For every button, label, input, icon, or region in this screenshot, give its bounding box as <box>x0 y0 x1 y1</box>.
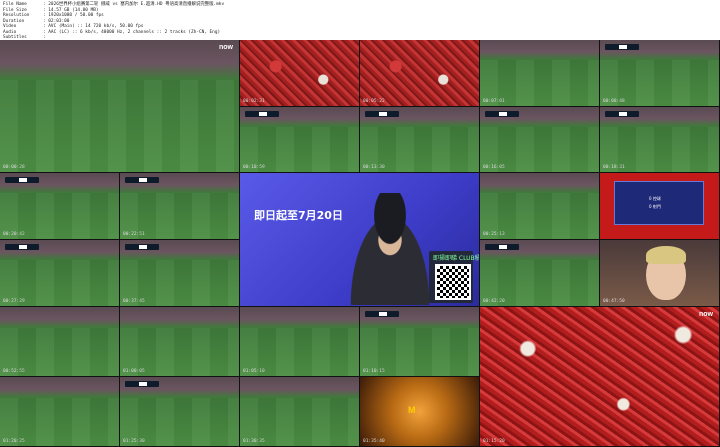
thumbnail[interactable]: 00:20:42 <box>0 173 120 240</box>
scorebug <box>5 177 39 183</box>
thumbnail-promo-ad[interactable]: 即日起至7月20日 即掃即睇 CLUB積分 <box>240 173 480 307</box>
scorebug <box>125 244 159 250</box>
thumbnail[interactable]: 00:42:20 <box>480 240 600 307</box>
thumbnail[interactable]: 00:10:59 <box>240 107 360 173</box>
thumbnail[interactable]: 01:10:15 <box>360 307 480 377</box>
scorebug <box>605 44 639 50</box>
timestamp: 01:35:40 <box>363 439 385 444</box>
timestamp: 00:16:05 <box>483 165 505 170</box>
promo-headline: 即日起至7月20日 <box>254 209 343 222</box>
timestamp: 00:18:31 <box>603 165 625 170</box>
timestamp: 00:22:51 <box>123 232 145 237</box>
timestamp: 00:02:31 <box>243 99 265 104</box>
stats-row: 0 射門 <box>649 204 661 209</box>
timestamp: 01:10:15 <box>363 369 385 374</box>
thumbnail[interactable]: 01:00:05 <box>120 307 240 377</box>
qr-label: 即掃即睇 CLUB積分 <box>433 255 479 262</box>
thumbnail[interactable]: 00:37:45 <box>120 240 240 307</box>
now-logo: now <box>699 311 713 318</box>
timestamp: 00:47:50 <box>603 299 625 304</box>
scorebug <box>5 244 39 250</box>
thumbnail-large-crowd[interactable]: now 01:15:20 <box>480 307 720 447</box>
thumbnail-grid: now 00:00:28 00:02:31 00:05:22 00:07:01 … <box>0 40 720 447</box>
scorebug <box>245 111 279 117</box>
timestamp: 01:20:25 <box>3 439 25 444</box>
thumbnail[interactable]: 00:25:13 <box>480 173 600 240</box>
thumbnail[interactable]: 00:18:31 <box>600 107 720 173</box>
stats-panel: 0 控球 0 射門 <box>614 181 704 225</box>
timestamp: 00:27:29 <box>3 299 25 304</box>
scorebug <box>485 111 519 117</box>
timestamp: 01:30:35 <box>243 439 265 444</box>
thumbnail[interactable]: 00:02:31 <box>240 40 360 107</box>
stats-row: 0 控球 <box>649 196 661 201</box>
timestamp: 00:13:30 <box>363 165 385 170</box>
thumbnail[interactable]: 01:05:10 <box>240 307 360 377</box>
thumbnail-mcdonalds-ad[interactable]: M 01:35:40 <box>360 377 480 447</box>
player-hair <box>646 246 686 264</box>
thumbnail[interactable]: 00:16:05 <box>480 107 600 173</box>
scorebug <box>605 111 639 117</box>
timestamp: 01:25:30 <box>123 439 145 444</box>
timestamp: 01:15:20 <box>483 439 505 444</box>
timestamp: 00:07:01 <box>483 99 505 104</box>
mcdonalds-logo-icon: M <box>408 405 416 415</box>
scorebug <box>125 381 159 387</box>
thumbnail[interactable]: 00:07:01 <box>480 40 600 107</box>
timestamp: 00:00:28 <box>3 165 25 170</box>
timestamp: 01:00:05 <box>123 369 145 374</box>
thumbnail[interactable]: 01:30:35 <box>240 377 360 447</box>
thumbnail-large-players[interactable]: now 00:00:28 <box>0 40 240 173</box>
promo-person <box>340 193 440 305</box>
timestamp: 00:20:42 <box>3 232 25 237</box>
thumbnail-portrait[interactable]: 00:47:50 <box>600 240 720 307</box>
qr-panel: 即掃即睇 CLUB積分 <box>429 251 479 303</box>
timestamp: 01:05:10 <box>243 369 265 374</box>
thumbnail-stats[interactable]: 0 控球 0 射門 <box>600 173 720 240</box>
thumbnail[interactable]: 01:25:30 <box>120 377 240 447</box>
timestamp: 00:08:48 <box>603 99 625 104</box>
metadata-header: File Name: 2026世界杯小组赛第二轮 挪威 vs 塞内加尔 E.超清… <box>0 0 720 40</box>
thumbnail[interactable]: 00:13:30 <box>360 107 480 173</box>
thumbnail[interactable]: 00:52:55 <box>0 307 120 377</box>
now-logo: now <box>219 44 233 51</box>
scorebug <box>485 244 519 250</box>
timestamp: 00:10:59 <box>243 165 265 170</box>
scorebug <box>125 177 159 183</box>
timestamp: 00:52:55 <box>3 369 25 374</box>
thumbnail[interactable]: 00:22:51 <box>120 173 240 240</box>
thumbnail[interactable]: 00:08:48 <box>600 40 720 107</box>
scorebug <box>365 111 399 117</box>
qr-code-icon <box>435 264 471 300</box>
timestamp: 00:25:13 <box>483 232 505 237</box>
thumbnail[interactable]: 01:20:25 <box>0 377 120 447</box>
timestamp: 00:05:22 <box>363 99 385 104</box>
timestamp: 00:37:45 <box>123 299 145 304</box>
scorebug <box>365 311 399 317</box>
thumbnail[interactable]: 00:05:22 <box>360 40 480 107</box>
thumbnail[interactable]: 00:27:29 <box>0 240 120 307</box>
timestamp: 00:42:20 <box>483 299 505 304</box>
